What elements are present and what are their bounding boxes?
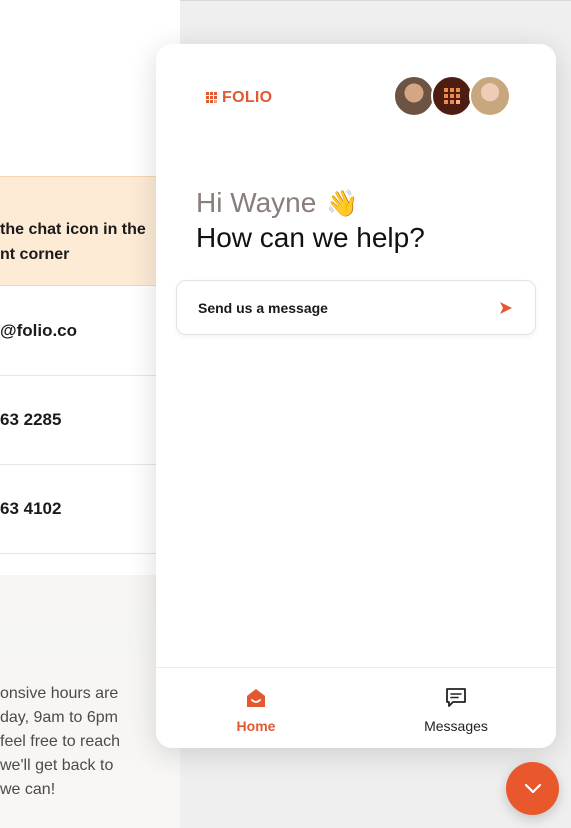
hours-line: day, 9am to 6pm <box>0 709 118 726</box>
hours-section: onsive hours are day, 9am to 6pm feel fr… <box>0 575 180 828</box>
send-message-button[interactable]: Send us a message <box>176 280 536 335</box>
notice-line: the chat icon in the <box>0 221 146 238</box>
avatar <box>431 75 473 117</box>
chat-notice-banner: the chat icon in the nt corner <box>0 176 180 286</box>
brand-logo: FOLIO <box>206 89 272 107</box>
contact-row-phone-2[interactable]: 63 4102 <box>0 465 180 554</box>
folio-logo-icon <box>444 88 460 104</box>
tab-messages[interactable]: Messages <box>356 668 556 748</box>
home-icon <box>247 689 265 707</box>
notice-line: nt corner <box>0 246 70 263</box>
tab-home[interactable]: Home <box>156 668 356 748</box>
chat-launcher-button[interactable] <box>506 762 559 815</box>
greeting-text: Hi Wayne <box>196 187 317 218</box>
contact-row-email[interactable]: @folio.co <box>0 287 180 376</box>
headline: How can we help? <box>196 222 425 253</box>
tab-home-label: Home <box>236 718 276 734</box>
send-message-label: Send us a message <box>198 300 328 316</box>
greeting: Hi Wayne 👋 <box>196 187 359 219</box>
contact-phone-2[interactable]: 63 4102 <box>0 499 61 519</box>
team-avatars <box>393 75 511 117</box>
hours-line: onsive hours are <box>0 685 119 702</box>
hours-line: we can! <box>0 781 56 798</box>
contact-phone[interactable]: 63 2285 <box>0 410 61 430</box>
background-page-content: the chat icon in the nt corner @folio.co… <box>0 0 180 828</box>
folio-logo-icon <box>206 92 218 104</box>
contact-row-phone[interactable]: 63 2285 <box>0 376 180 465</box>
logo-text: FOLIO <box>222 89 273 106</box>
chevron-down-icon <box>524 783 541 793</box>
chat-widget: FOLIO Hi Wayne 👋 How can we help? Send u… <box>156 44 556 748</box>
avatar <box>469 75 511 117</box>
contact-email[interactable]: @folio.co <box>0 321 77 341</box>
tab-messages-label: Messages <box>424 718 488 734</box>
hours-line: feel free to reach <box>0 733 121 750</box>
messages-icon <box>446 688 466 707</box>
avatar <box>393 75 435 117</box>
page: the chat icon in the nt corner @folio.co… <box>0 0 571 828</box>
waving-hand-icon: 👋 <box>326 187 359 218</box>
bottom-nav: Home Messages <box>156 667 556 748</box>
send-arrow-icon <box>500 302 512 314</box>
hours-line: we'll get back to <box>0 757 114 774</box>
